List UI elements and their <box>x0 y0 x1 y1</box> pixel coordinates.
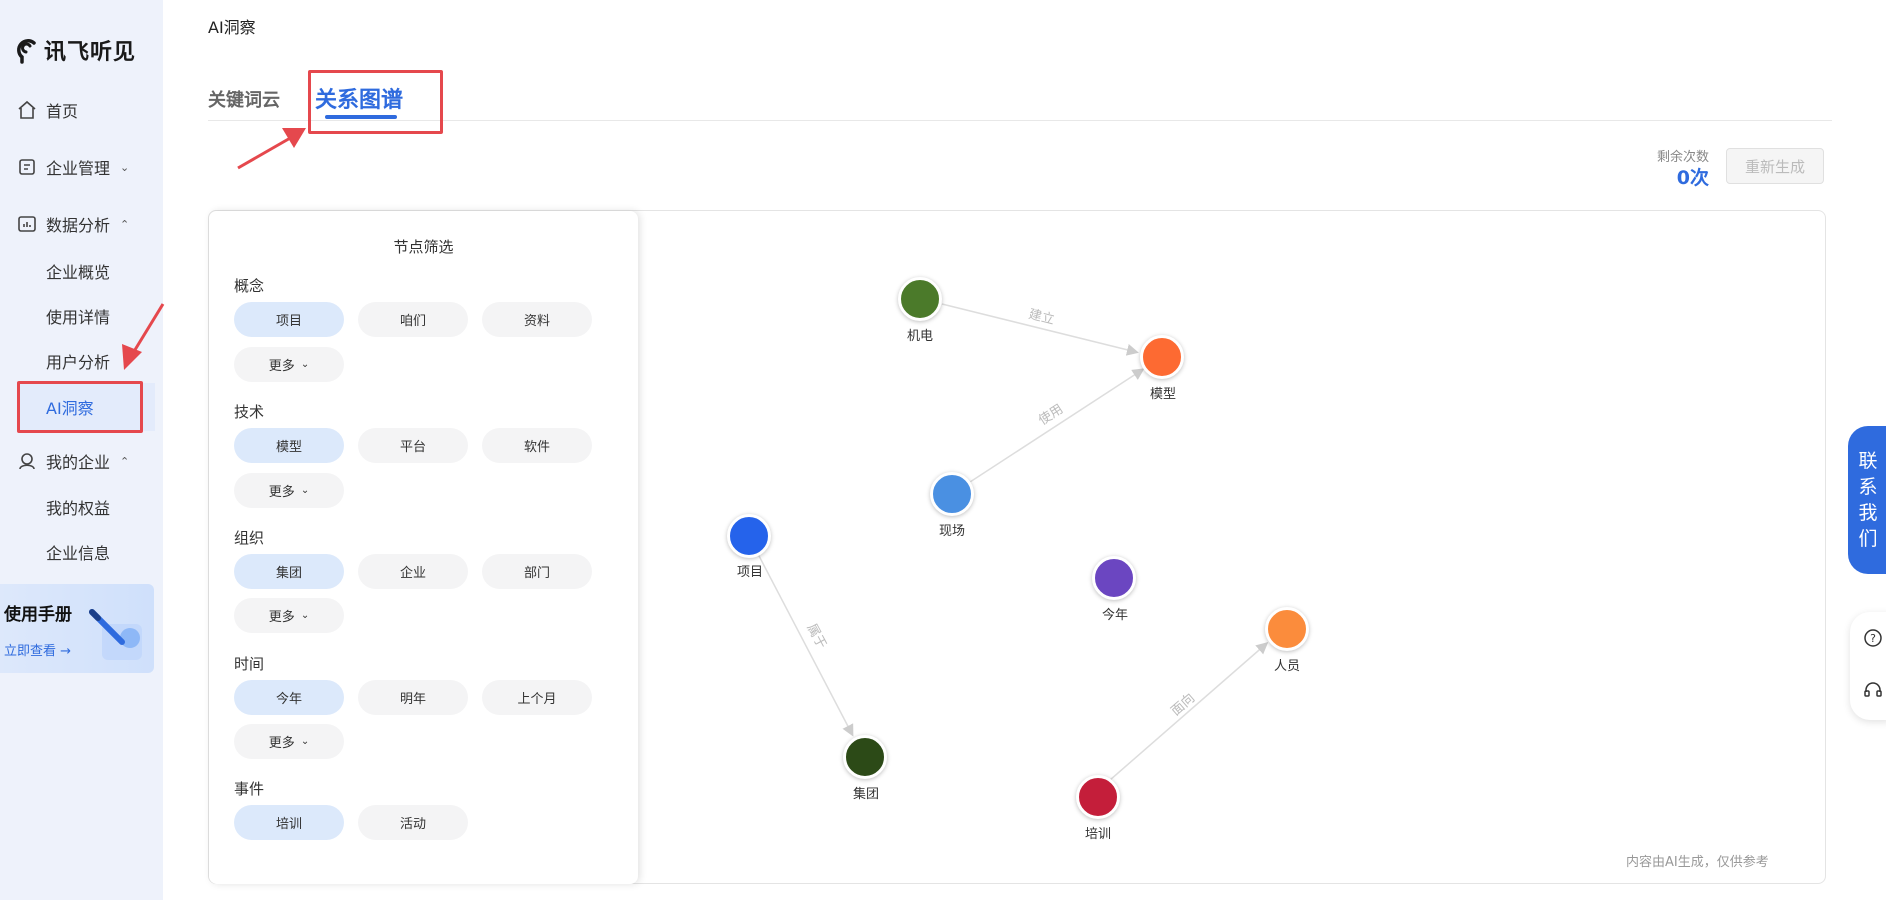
filter-group-label: 时间 <box>234 655 265 673</box>
chevron-down-icon: ⌄ <box>300 359 310 370</box>
help-float-panel: ? <box>1850 612 1886 720</box>
more-button[interactable]: 更多 ⌄ <box>234 347 344 382</box>
nav-my-enterprise[interactable]: 我的企业 ⌃ <box>0 441 155 481</box>
graph-node-jidian[interactable] <box>898 277 942 321</box>
breadcrumb: AI洞察 <box>208 18 256 37</box>
more-button[interactable]: 更多 ⌄ <box>234 598 344 633</box>
nav-enterprise-management[interactable]: 企业管理 ⌄ <box>0 147 155 187</box>
sidebar-item-my-benefits[interactable]: 我的权益 <box>46 495 110 519</box>
nav-data-analysis[interactable]: 数据分析 ⌃ <box>0 204 155 244</box>
filter-chip[interactable]: 今年 <box>234 680 344 715</box>
tab-keyword-cloud[interactable]: 关键词云 <box>208 86 280 112</box>
filter-chip[interactable]: 企业 <box>358 554 468 589</box>
graph-node-label: 项目 <box>736 565 764 580</box>
remaining-count-value: 0次 <box>1676 167 1709 189</box>
graph-node-label: 现场 <box>938 524 966 539</box>
app-logo[interactable]: 讯飞听见 <box>14 34 136 66</box>
more-label: 更多 <box>268 736 295 751</box>
filter-title: 节点筛选 <box>393 238 454 256</box>
svg-text:?: ? <box>1870 632 1876 645</box>
sidebar-item-user-analysis[interactable]: 用户分析 <box>46 349 110 373</box>
ai-disclaimer: 内容由AI生成，仅供参考 <box>1626 855 1769 870</box>
graph-node-xianchang[interactable] <box>930 472 974 516</box>
filter-chip[interactable]: 活动 <box>358 805 468 840</box>
contact-us-button[interactable]: 联系我们 <box>1848 426 1886 574</box>
filter-group-label: 技术 <box>234 403 265 421</box>
highlight-box <box>308 70 443 134</box>
chevron-down-icon: ⌄ <box>300 736 310 747</box>
graph-node-label: 培训 <box>1084 827 1112 842</box>
sidebar-item-usage-details[interactable]: 使用详情 <box>46 304 110 328</box>
contact-us-label: 联系我们 <box>1858 450 1878 550</box>
more-label: 更多 <box>268 485 295 500</box>
chevron-up-icon: ⌃ <box>120 217 130 231</box>
arrow-head-tab <box>282 128 306 148</box>
tab-bar: 关键词云 关系图谱 <box>208 68 1832 121</box>
highlight-box <box>17 381 143 433</box>
chevron-down-icon: ⌄ <box>120 160 130 174</box>
filter-chip[interactable]: 上个月 <box>482 680 592 715</box>
filter-chip[interactable]: 集团 <box>234 554 344 589</box>
filter-group-label: 概念 <box>234 277 265 295</box>
ear-logo-icon <box>17 39 36 64</box>
home-icon <box>16 99 38 121</box>
graph-node-label: 集团 <box>852 787 880 802</box>
graph-node-label: 模型 <box>1149 387 1177 402</box>
building-icon <box>16 156 38 178</box>
nav-home-label: 首页 <box>46 102 79 121</box>
filter-chip[interactable]: 培训 <box>234 805 344 840</box>
user-manual-card[interactable]: 使用手册 立即查看 → <box>0 584 154 673</box>
more-button[interactable]: 更多 ⌄ <box>234 724 344 759</box>
regenerate-button[interactable]: 重新生成 <box>1726 148 1824 184</box>
filter-group-label: 组织 <box>234 529 265 547</box>
graph-node-peixun[interactable] <box>1076 775 1120 819</box>
sidebar-item-enterprise-overview[interactable]: 企业概览 <box>46 259 110 283</box>
nav-home[interactable]: 首页 <box>0 90 155 130</box>
help-icon[interactable]: ? <box>1863 628 1883 648</box>
chart-icon <box>16 213 38 235</box>
headset-icon[interactable] <box>1863 680 1883 700</box>
manual-title: 使用手册 <box>4 605 72 625</box>
chevron-down-icon: ⌄ <box>300 610 310 621</box>
filter-chip[interactable]: 明年 <box>358 680 468 715</box>
filter-chip[interactable]: 模型 <box>234 428 344 463</box>
node-filter-panel: 节点筛选 概念 项目 咱们 资料 更多 ⌄ 技术 模型 平台 软件 更多 ⌄ 组织 … <box>209 211 638 884</box>
more-label: 更多 <box>268 610 295 625</box>
more-label: 更多 <box>268 359 295 374</box>
graph-node-jituan[interactable] <box>843 735 887 779</box>
nav-enterprise-management-label: 企业管理 <box>46 159 111 178</box>
graph-node-xiangmu[interactable] <box>727 514 771 558</box>
sidebar-item-enterprise-info[interactable]: 企业信息 <box>46 540 110 564</box>
chevron-down-icon: ⌄ <box>300 485 310 496</box>
manual-illustration-icon <box>89 609 142 660</box>
nav-data-analysis-label: 数据分析 <box>46 216 111 235</box>
filter-chip[interactable]: 部门 <box>482 554 592 589</box>
graph-node-label: 今年 <box>1101 608 1129 623</box>
filter-chip[interactable]: 平台 <box>358 428 468 463</box>
filter-group-label: 事件 <box>234 780 265 798</box>
filter-chip[interactable]: 项目 <box>234 302 344 337</box>
graph-node-label: 人员 <box>1273 659 1301 674</box>
filter-chip[interactable]: 咱们 <box>358 302 468 337</box>
graph-node-label: 机电 <box>906 329 934 344</box>
nav-my-enterprise-label: 我的企业 <box>46 453 111 472</box>
sidebar: 讯飞听见 首页 企业管理 ⌄ 数据分析 ⌃ 企业概览 使用详情 用户分析 AI洞… <box>0 0 163 900</box>
app-name: 讯飞听见 <box>44 40 137 65</box>
manual-link[interactable]: 立即查看 → <box>4 640 71 659</box>
graph-node-moxing[interactable] <box>1140 335 1184 379</box>
user-icon <box>16 450 38 472</box>
graph-node-jinnian[interactable] <box>1092 556 1136 600</box>
graph-node-renyuan[interactable] <box>1265 607 1309 651</box>
chevron-up-icon: ⌃ <box>120 454 130 468</box>
filter-chip[interactable]: 软件 <box>482 428 592 463</box>
more-button[interactable]: 更多 ⌄ <box>234 473 344 508</box>
filter-chip[interactable]: 资料 <box>482 302 592 337</box>
